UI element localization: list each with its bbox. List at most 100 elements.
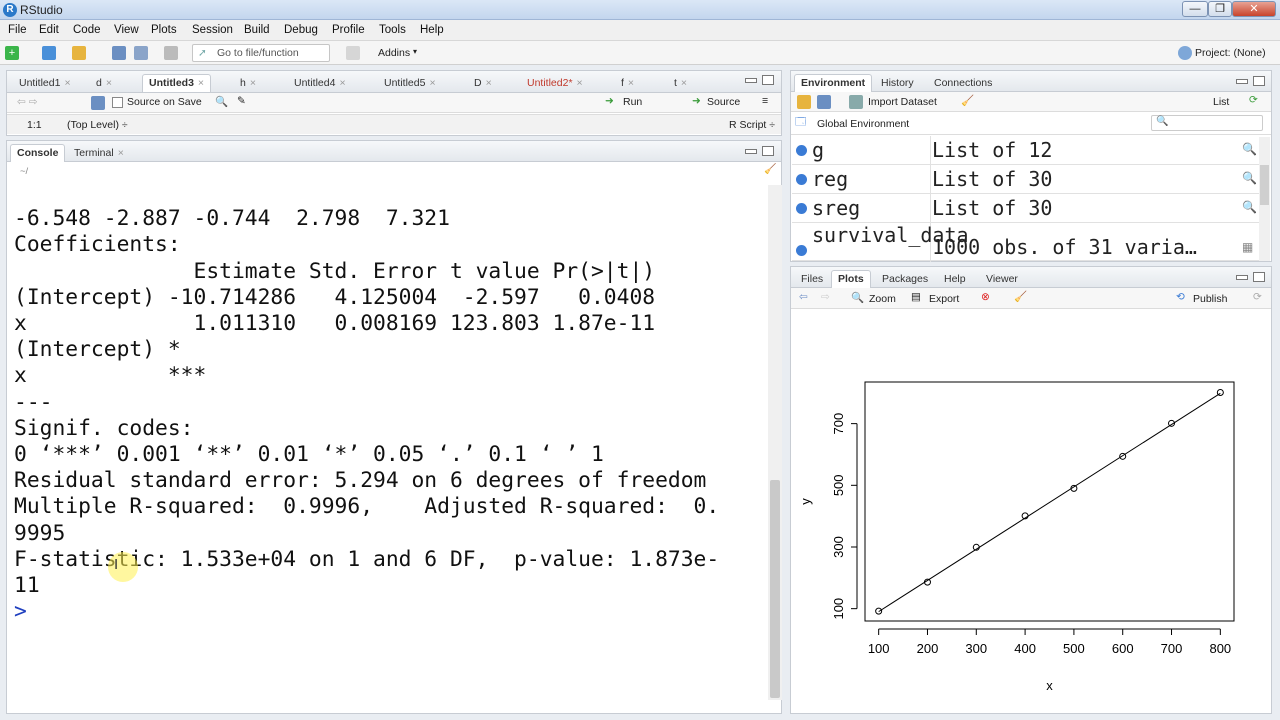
maximize-button[interactable]: ❐ xyxy=(1208,1,1232,17)
expand-icon[interactable] xyxy=(796,145,807,156)
console-minimize-button[interactable] xyxy=(745,149,757,154)
broom-icon[interactable]: 🧹 xyxy=(961,94,974,107)
menu-session[interactable]: Session xyxy=(192,24,233,36)
project-menu[interactable]: Project: (None) xyxy=(1195,47,1266,59)
load-workspace-icon[interactable] xyxy=(797,95,811,109)
clear-plots-broom-icon[interactable]: 🧹 xyxy=(1014,290,1027,303)
tab-t[interactable]: t × xyxy=(667,74,694,92)
zoom-button[interactable]: Zoom xyxy=(869,293,896,305)
export-button[interactable]: Export xyxy=(929,293,959,305)
expand-icon[interactable] xyxy=(796,174,807,185)
menu-help[interactable]: Help xyxy=(420,24,444,36)
new-file-icon[interactable]: + xyxy=(5,46,19,60)
files-minimize-button[interactable] xyxy=(1236,275,1248,280)
grid-layout-icon[interactable] xyxy=(346,46,360,60)
tab-plots[interactable]: Plots xyxy=(831,270,871,288)
menu-profile[interactable]: Profile xyxy=(332,24,365,36)
console-prompt[interactable]: > xyxy=(14,599,764,625)
run-button[interactable]: Run xyxy=(623,96,642,108)
view-data-icon[interactable]: ▦ xyxy=(1242,240,1253,254)
refresh-plot-icon[interactable]: ⟳ xyxy=(1253,291,1262,303)
tab-h[interactable]: h × xyxy=(233,74,263,92)
next-plot-icon[interactable]: ⇨ xyxy=(821,291,830,303)
tab-environment[interactable]: Environment xyxy=(794,74,873,92)
tab-files[interactable]: Files xyxy=(794,270,830,288)
tab-d[interactable]: d × xyxy=(89,74,119,92)
console-maximize-button[interactable] xyxy=(762,146,774,156)
env-minimize-button[interactable] xyxy=(1236,79,1248,84)
tab-untitled5[interactable]: Untitled5 × xyxy=(377,74,443,92)
console-output[interactable]: -6.548 -2.887 -0.744 2.798 7.321 Coeffici… xyxy=(14,180,764,700)
source-on-save-checkbox[interactable] xyxy=(112,97,123,108)
menu-tools[interactable]: Tools xyxy=(379,24,406,36)
tab-console[interactable]: Console xyxy=(10,144,66,162)
import-dataset-button[interactable]: Import Dataset xyxy=(868,96,937,108)
env-maximize-button[interactable] xyxy=(1253,76,1265,86)
tab-D[interactable]: D × xyxy=(467,74,499,92)
view-icon[interactable]: 🔍 xyxy=(1242,200,1257,214)
close-button[interactable]: ✕ xyxy=(1232,1,1276,17)
tab-untitled4[interactable]: Untitled4 × xyxy=(287,74,353,92)
minimize-button[interactable]: — xyxy=(1182,1,1208,17)
environment-search-input[interactable]: 🔍 xyxy=(1151,115,1263,131)
view-icon[interactable]: 🔍 xyxy=(1242,171,1257,185)
save-icon[interactable] xyxy=(112,46,126,60)
list-view-selector[interactable]: List xyxy=(1213,96,1229,108)
menu-edit[interactable]: Edit xyxy=(39,24,59,36)
tab-help[interactable]: Help xyxy=(937,270,973,288)
env-row[interactable]: reg List of 30 🔍 xyxy=(792,165,1270,194)
menu-debug[interactable]: Debug xyxy=(284,24,318,36)
save-workspace-icon[interactable] xyxy=(817,95,831,109)
back-forward-icon[interactable]: ⇦ ⇨ xyxy=(17,96,38,108)
addins-menu[interactable]: Addins xyxy=(378,47,410,59)
menu-code[interactable]: Code xyxy=(73,24,101,36)
tab-viewer[interactable]: Viewer xyxy=(979,270,1025,288)
refresh-icon[interactable]: ⟳ xyxy=(1249,94,1258,106)
env-row[interactable]: survival_data 1000 obs. of 31 varia… ▦ xyxy=(792,223,1270,261)
remove-plot-icon[interactable]: ⊗ xyxy=(981,291,990,303)
console-scroll-thumb[interactable] xyxy=(770,480,780,698)
console-line: 9995 xyxy=(14,520,66,546)
tab-untitled1[interactable]: Untitled1 × xyxy=(12,74,78,92)
menu-build[interactable]: Build xyxy=(244,24,270,36)
env-row[interactable]: sreg List of 30 🔍 xyxy=(792,194,1270,223)
expand-icon[interactable] xyxy=(796,245,807,256)
console-line: (Intercept) -10.714286 4.125004 -2.597 0… xyxy=(14,284,656,310)
source-maximize-button[interactable] xyxy=(762,75,774,85)
tab-untitled3[interactable]: Untitled3 × xyxy=(142,74,212,92)
save-script-icon[interactable] xyxy=(91,96,105,110)
menu-file[interactable]: File xyxy=(8,24,27,36)
clear-console-icon[interactable]: 🧹 xyxy=(764,164,776,175)
print-icon[interactable] xyxy=(164,46,178,60)
file-type-selector[interactable]: R Script ÷ xyxy=(729,119,775,131)
tab-connections[interactable]: Connections xyxy=(927,74,999,92)
source-minimize-button[interactable] xyxy=(745,78,757,83)
env-row[interactable]: g List of 12 🔍 xyxy=(792,136,1270,165)
env-scroll-thumb[interactable] xyxy=(1260,165,1269,205)
tab-terminal[interactable]: Terminal × xyxy=(67,144,131,162)
tab-untitled2[interactable]: Untitled2* × xyxy=(520,74,590,92)
view-icon[interactable]: 🔍 xyxy=(1242,142,1257,156)
expand-icon[interactable] xyxy=(796,203,807,214)
data-point xyxy=(1119,452,1127,460)
outline-icon[interactable]: ≡ xyxy=(762,95,768,107)
menu-plots[interactable]: Plots xyxy=(151,24,177,36)
search-icon[interactable]: 🔍 xyxy=(215,95,228,108)
scope-selector[interactable]: (Top Level) ÷ xyxy=(67,119,128,131)
global-environment-selector[interactable]: Global Environment xyxy=(817,118,909,130)
source-button[interactable]: Source xyxy=(707,96,740,108)
env-scrollbar[interactable] xyxy=(1259,137,1270,261)
open-file-icon[interactable] xyxy=(72,46,86,60)
save-all-icon[interactable] xyxy=(134,46,148,60)
publish-button[interactable]: Publish xyxy=(1193,293,1227,305)
tab-f[interactable]: f × xyxy=(614,74,641,92)
tab-packages[interactable]: Packages xyxy=(875,270,935,288)
goto-file-input[interactable]: ➚ Go to file/function xyxy=(192,44,330,62)
x-tick-label: 400 xyxy=(1014,641,1036,656)
menu-view[interactable]: View xyxy=(114,24,139,36)
previous-plot-icon[interactable]: ⇦ xyxy=(799,291,808,303)
tab-history[interactable]: History xyxy=(874,74,921,92)
wand-icon[interactable]: ✎ xyxy=(237,95,246,107)
new-project-icon[interactable] xyxy=(42,46,56,60)
files-maximize-button[interactable] xyxy=(1253,272,1265,282)
